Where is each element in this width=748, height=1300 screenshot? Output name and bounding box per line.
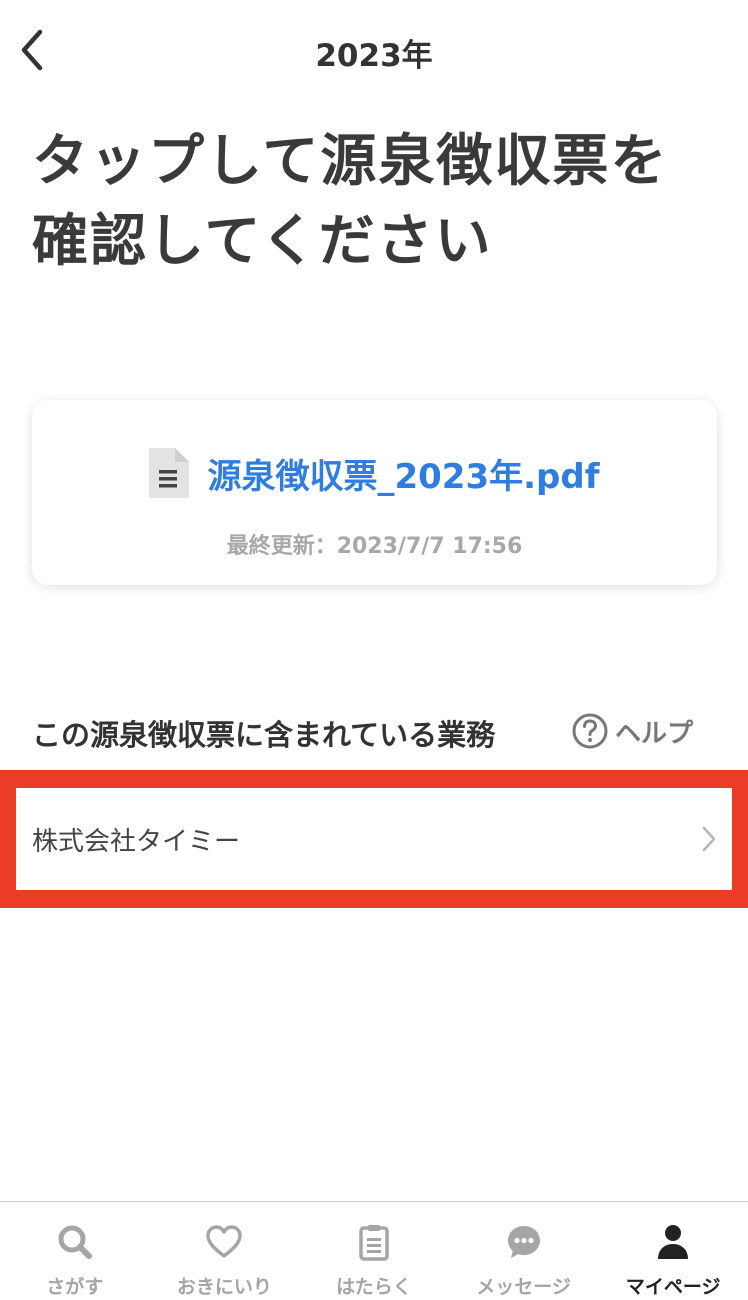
last-updated-text: 最終更新：2023/7/7 17:56 (226, 534, 523, 559)
person-icon (658, 1225, 689, 1259)
chat-bubble-icon (507, 1226, 540, 1258)
file-link-row[interactable]: 源泉徴収票_2023年.pdf (32, 448, 717, 498)
clipboard-icon (359, 1225, 389, 1261)
heart-icon (206, 1225, 243, 1258)
tab-search[interactable]: さがす (0, 1202, 150, 1300)
tab-messages[interactable]: メッセージ (449, 1202, 599, 1300)
tab-mypage[interactable]: マイページ (598, 1202, 748, 1300)
tab-label-work: はたらく (336, 1276, 412, 1298)
pdf-file-link[interactable]: 源泉徴収票_2023年.pdf (207, 449, 599, 498)
tab-label-search: さがす (46, 1276, 104, 1298)
tab-label-messages: メッセージ (476, 1276, 571, 1298)
chevron-right-icon (702, 826, 716, 852)
pdf-file-card[interactable]: 源泉徴収票_2023年.pdf 最終更新：2023/7/7 17:56 (32, 400, 717, 585)
tab-favorites[interactable]: おきにいり (150, 1202, 300, 1300)
company-name: 株式会社タイミー (32, 826, 241, 857)
help-label: ヘルプ (615, 718, 694, 749)
page-title: タップして源泉徴収票を確認してください (32, 129, 669, 274)
page-header-title: 2023年 (315, 38, 433, 74)
tab-work[interactable]: はたらく (299, 1202, 449, 1300)
bottom-tab-bar: さがす おきにいり はたらく メッセージ マイページ (0, 1201, 748, 1300)
tab-label-mypage: マイページ (625, 1276, 721, 1298)
company-list-item[interactable]: 株式会社タイミー (16, 788, 732, 890)
document-icon (149, 448, 190, 498)
help-button[interactable]: ヘルプ (571, 712, 693, 750)
question-circle-icon (572, 713, 608, 749)
tab-label-favorites: おきにいり (176, 1276, 272, 1298)
search-icon (58, 1225, 92, 1259)
header: 2023年 (0, 0, 748, 100)
section-title: この源泉徴収票に含まれている業務 (32, 718, 496, 752)
